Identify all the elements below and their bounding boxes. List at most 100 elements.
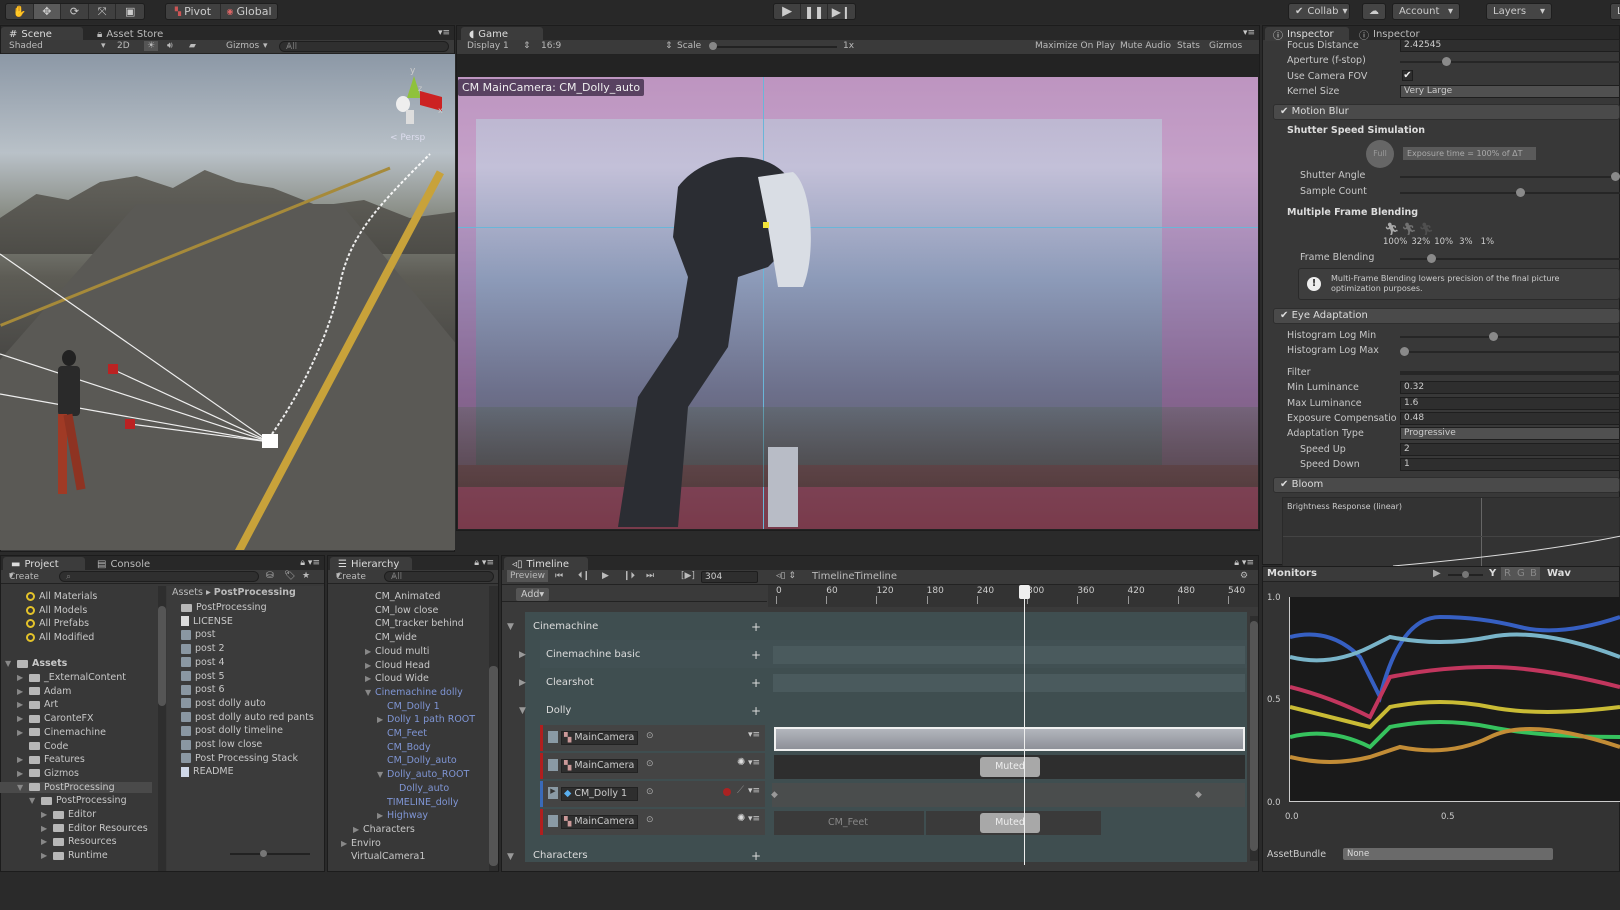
shutter-angle-slider-knob[interactable] xyxy=(1611,172,1620,181)
expand-arrow-icon[interactable]: ▶ xyxy=(365,647,373,656)
lock-icon[interactable]: 🔒︎ ▾≡ xyxy=(474,558,494,568)
add-track-plus-icon[interactable]: + xyxy=(751,648,761,662)
global-button[interactable]: ◉ Global xyxy=(221,4,277,19)
create-dropdown[interactable]: Create ▾ xyxy=(336,571,366,582)
mute-icon[interactable]: ✺ xyxy=(737,757,745,768)
hist-log-min-slider[interactable] xyxy=(1400,336,1620,338)
file-item[interactable]: post 6 xyxy=(181,684,225,695)
favorite-item[interactable]: All Modified xyxy=(26,632,94,643)
layout-dropdown[interactable]: L xyxy=(1610,3,1620,20)
cinemachine-shot-clip[interactable]: ◆ ◆ xyxy=(771,783,1245,807)
eye-adaptation-section[interactable]: ✔ Eye Adaptation xyxy=(1273,308,1620,324)
lock-icon[interactable]: 🔒︎ ▾≡ xyxy=(1234,558,1254,568)
tab-game[interactable]: ◖ Game xyxy=(461,27,543,41)
tree-item[interactable]: ▶ Runtime xyxy=(41,850,108,861)
track-menu-icon[interactable]: ▾≡ xyxy=(748,814,760,824)
hierarchy-item[interactable]: ▶ Cloud Wide xyxy=(365,673,429,684)
cm-feet-clip[interactable]: CM_Feet xyxy=(774,811,924,835)
file-item[interactable]: post 2 xyxy=(181,643,225,654)
hierarchy-item[interactable]: Dolly_auto xyxy=(389,783,449,794)
pause-button[interactable]: ❚❚ xyxy=(801,4,828,19)
hierarchy-item[interactable]: ▶ Highway xyxy=(377,810,428,821)
animation-clip-selected[interactable] xyxy=(774,727,1245,751)
goto-start-icon[interactable]: ⏮ xyxy=(555,571,563,581)
motion-blur-section[interactable]: ✔ Motion Blur xyxy=(1273,104,1620,120)
adaptation-type-dropdown[interactable]: Progressive xyxy=(1400,427,1620,440)
collab-button[interactable]: ✔ Collab ▾ xyxy=(1288,3,1350,20)
hierarchy-item[interactable]: ▶ Enviro xyxy=(341,838,381,849)
aperture-slider[interactable] xyxy=(1400,61,1620,63)
audio-toggle-icon[interactable]: 🔊︎ xyxy=(167,41,173,51)
keyframe-icon[interactable]: ◆ xyxy=(771,790,778,800)
expand-arrow-icon[interactable]: ▶ xyxy=(17,687,25,696)
focus-distance-field[interactable]: 2.42545 xyxy=(1400,39,1620,52)
panel-menu-icon[interactable]: ▾≡ xyxy=(438,28,450,38)
sample-count-slider[interactable] xyxy=(1400,192,1620,194)
hist-log-max-slider[interactable] xyxy=(1400,351,1620,353)
tree-item[interactable]: ▶ Features xyxy=(17,754,85,765)
hierarchy-search-input[interactable]: ⌕ All xyxy=(384,571,494,582)
tree-item[interactable]: ▶ Adam xyxy=(17,686,71,697)
expand-arrow-icon[interactable]: ▶ xyxy=(17,755,25,764)
hierarchy-scrollbar[interactable] xyxy=(489,586,498,871)
expand-arrow-icon[interactable]: ▼ xyxy=(519,706,526,716)
hierarchy-item[interactable]: ▶ Dolly 1 path ROOT xyxy=(377,714,475,725)
expand-arrow-icon[interactable]: ▶ xyxy=(17,769,25,778)
tab-scene[interactable]: # Scene xyxy=(1,27,83,41)
stats-toggle[interactable]: Stats xyxy=(1177,41,1200,51)
max-luminance-field[interactable]: 1.6 xyxy=(1400,397,1620,410)
tree-item[interactable]: ▶ CaronteFX xyxy=(17,713,94,724)
settings-gear-icon[interactable]: ⚙ xyxy=(1240,571,1248,581)
shutter-angle-slider[interactable] xyxy=(1400,176,1620,178)
timeline-track[interactable]: ▚ MainCamera ⊙ ✺ ▾≡ xyxy=(540,809,765,835)
next-frame-icon[interactable]: ❙⏵ xyxy=(623,571,635,581)
shutter-full-button[interactable]: Full xyxy=(1366,140,1394,168)
lock-track-icon[interactable] xyxy=(548,731,558,743)
timeline-track[interactable]: ▚ MainCamera ⊙ ▾≡ xyxy=(540,725,765,751)
tab-project[interactable]: ▬ Project xyxy=(3,557,85,571)
check-icon[interactable]: ✔ xyxy=(1280,106,1288,117)
expand-arrow-icon[interactable]: ▼ xyxy=(29,796,37,805)
timeline-track[interactable]: ▚ MainCamera ⊙ ✺ ▾≡ xyxy=(540,753,765,779)
tree-item[interactable]: ▶ _ExternalContent xyxy=(17,672,126,683)
goto-end-icon[interactable]: ⏭ xyxy=(646,571,654,581)
account-dropdown[interactable]: Account ▾ xyxy=(1392,3,1460,20)
timeline-track[interactable]: ▶ ◆ CM_Dolly 1 ⊙ ⟋ ▾≡ xyxy=(540,781,765,807)
record-icon[interactable] xyxy=(723,788,731,796)
file-item[interactable]: post dolly timeline xyxy=(181,725,283,736)
speed-up-field[interactable]: 2 xyxy=(1400,443,1620,456)
expand-arrow-icon[interactable]: ▶ xyxy=(341,839,349,848)
pivot-button[interactable]: ▚ Pivot xyxy=(166,4,222,19)
expand-arrow-icon[interactable]: ▶ xyxy=(377,715,385,724)
scale-slider[interactable] xyxy=(709,42,837,50)
expand-arrow-icon[interactable]: ▶ xyxy=(17,728,25,737)
hierarchy-item[interactable]: CM_Dolly_auto xyxy=(377,755,457,766)
timeline-mode-icon[interactable]: ◃▯ ⇕ xyxy=(776,571,796,581)
expand-arrow-icon[interactable]: ▶ xyxy=(519,650,526,660)
expand-arrow-icon[interactable]: ▶ xyxy=(519,678,526,688)
add-track-plus-icon[interactable]: + xyxy=(751,620,761,634)
object-picker-icon[interactable]: ⊙ xyxy=(646,759,654,769)
check-icon[interactable]: ✔ xyxy=(1280,479,1288,490)
play-range-icon[interactable]: [▶] xyxy=(681,571,695,581)
lock-icon[interactable]: 🔒︎ ▾≡ xyxy=(300,558,320,568)
play-icon[interactable]: ▶ xyxy=(602,571,609,581)
aspect-dropdown[interactable]: 16:9 xyxy=(541,41,561,51)
project-search-input[interactable]: ⌕ xyxy=(59,571,259,582)
hierarchy-item[interactable]: CM_Animated xyxy=(365,591,440,602)
icon-size-slider[interactable] xyxy=(230,850,310,857)
expand-arrow-icon[interactable]: ▶ xyxy=(41,837,49,846)
add-track-plus-icon[interactable]: + xyxy=(751,676,761,690)
2d-toggle[interactable]: 2D xyxy=(117,41,130,51)
tree-item[interactable]: ▶ Gizmos xyxy=(17,768,79,779)
track-binding-field[interactable]: ◆ CM_Dolly 1 xyxy=(561,787,638,801)
curves-icon[interactable]: ⟋ xyxy=(737,785,744,796)
kernel-size-dropdown[interactable]: Very Large xyxy=(1400,85,1620,98)
create-dropdown[interactable]: Create ▾ xyxy=(9,571,39,582)
mute-audio-toggle[interactable]: Mute Audio xyxy=(1120,41,1171,51)
add-track-plus-icon[interactable]: + xyxy=(751,704,761,718)
hierarchy-item[interactable]: CM_Feet xyxy=(377,728,427,739)
favorite-star-icon[interactable]: ★ xyxy=(302,571,310,581)
playhead[interactable] xyxy=(1019,585,1031,865)
rect-tool-icon[interactable]: ▣ xyxy=(116,4,144,19)
